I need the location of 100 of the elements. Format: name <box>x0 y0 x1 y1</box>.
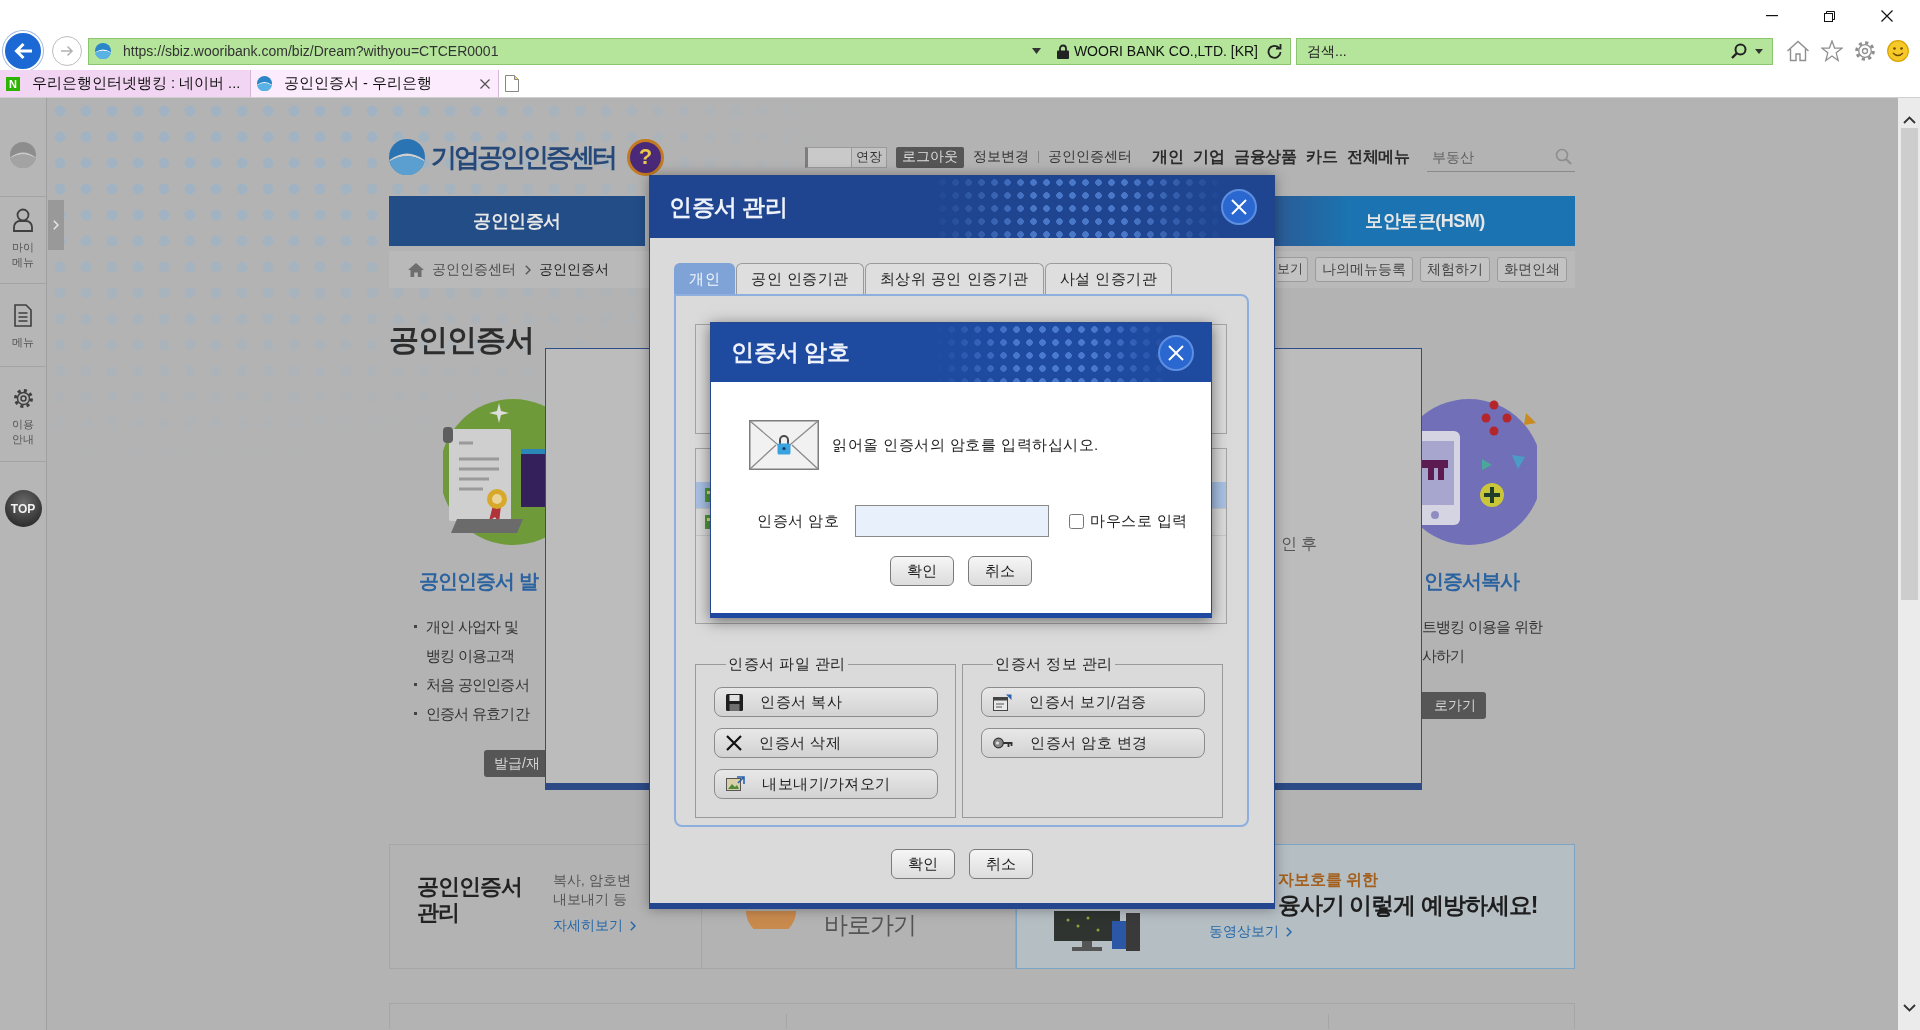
copy-button[interactable]: 인증서 복사 <box>714 687 938 717</box>
settings-icon[interactable] <box>1854 40 1876 62</box>
certificate-window-icon <box>993 693 1012 711</box>
dialog-button[interactable]: 확인 <box>890 556 954 586</box>
page-tool-button[interactable]: 체험하기 <box>1420 257 1490 282</box>
session-timer-field <box>805 146 852 168</box>
site-logo-text[interactable]: 기업공인인증센터 <box>431 139 615 175</box>
close-button[interactable] <box>1221 189 1257 225</box>
minimize-icon[interactable] <box>1766 15 1778 17</box>
card-title: 공인인증서 관리 <box>417 874 523 926</box>
restore-icon[interactable] <box>1824 10 1835 22</box>
close-icon <box>1168 344 1184 361</box>
sidebar-link[interactable]: 이용 안내 <box>0 367 46 462</box>
padlock-icon[interactable] <box>1056 43 1069 59</box>
smiley-icon[interactable] <box>1887 40 1909 62</box>
service-text: 트뱅킹 이용을 위한 <box>1422 617 1543 637</box>
password-field[interactable] <box>855 505 1049 537</box>
dropdown-caret-icon[interactable] <box>1755 48 1763 54</box>
bullet-icon <box>414 625 417 628</box>
tab-favicon: N <box>6 76 20 91</box>
page-tool-button[interactable]: 나의메뉴등록 <box>1315 257 1413 282</box>
page-tool-button[interactable]: 보기 <box>1277 257 1308 282</box>
close-button[interactable] <box>1158 334 1194 371</box>
instruction-text: 읽어올 인증서의 암호를 입력하십시오. <box>832 435 1099 455</box>
close-icon <box>1231 199 1247 215</box>
mouse-input-checkbox[interactable] <box>1069 513 1084 529</box>
browser-tab[interactable]: 공인인증서 - 우리은행 <box>251 70 499 97</box>
url-text: https://sbiz.wooribank.com/biz/Dream?withyou=CTCER0001 <box>123 43 500 59</box>
chevron-right-icon <box>53 220 59 230</box>
change-password-button[interactable]: 인증서 암호 변경 <box>981 728 1205 758</box>
chevron-up-icon[interactable] <box>1902 116 1916 124</box>
arrow-right-icon <box>60 45 74 57</box>
dialog-tab[interactable]: 최상위 공인 인증기관 <box>864 263 1044 294</box>
main-menu-link[interactable]: 개인 <box>1152 146 1183 168</box>
card-title[interactable]: 바로가기 <box>824 911 916 939</box>
chevron-down-icon[interactable] <box>1902 1004 1916 1012</box>
service-text: 개인 사업자 및 <box>426 617 518 637</box>
x-mark-icon <box>726 735 742 751</box>
search-icon[interactable] <box>1731 42 1747 59</box>
main-menu-link[interactable]: 카드 <box>1306 146 1337 168</box>
refresh-icon[interactable] <box>1267 43 1282 59</box>
close-window-icon[interactable] <box>1881 10 1893 22</box>
sidebar-link[interactable]: 마이 메뉴 <box>0 197 46 284</box>
person-icon <box>13 208 33 232</box>
close-tab-icon[interactable] <box>480 78 490 89</box>
field-label: 인증서 암호 <box>757 511 841 531</box>
site-logo-icon <box>257 76 272 91</box>
envelope-lock-icon <box>749 420 819 470</box>
breadcrumb-link[interactable]: 공인인증서 <box>539 260 609 279</box>
help-button[interactable]: ? <box>627 138 664 176</box>
service-button[interactable]: 발급/재 <box>484 750 545 777</box>
page-tool-button[interactable]: 화면인쇄 <box>1497 257 1567 282</box>
address-bar[interactable]: https://sbiz.wooribank.com/biz/Dream?withyou=CTCER0001 WOORI BANK CO.,LTD. [KR] <box>88 37 1291 65</box>
scrollbar-thumb[interactable] <box>1900 128 1918 600</box>
service-button[interactable]: 로가기 <box>1422 692 1486 719</box>
view-verify-button[interactable]: 인증서 보기/검증 <box>981 687 1205 717</box>
home-icon[interactable] <box>408 262 424 277</box>
site-search-field[interactable]: 부동산 <box>1427 142 1575 172</box>
search-field[interactable]: 검색... <box>1296 37 1773 65</box>
breadcrumb-link[interactable]: 공인인증센터 <box>432 260 516 279</box>
back-button[interactable] <box>3 31 43 71</box>
card-text: 내보내기 등 <box>553 891 627 909</box>
service-text: 인증서 유효기간 <box>426 704 529 724</box>
star-icon[interactable] <box>1821 40 1843 62</box>
main-menu-link[interactable]: 전체메뉴 <box>1347 146 1409 168</box>
top-button[interactable]: TOP <box>4 490 42 527</box>
dialog-tab[interactable]: 사설 인증기관 <box>1044 263 1173 294</box>
dialog-button[interactable]: 확인 <box>891 849 955 879</box>
dialog-tab[interactable]: 공인 인증기관 <box>736 263 864 294</box>
export-import-button[interactable]: 내보내기/가져오기 <box>714 769 938 799</box>
home-icon[interactable] <box>1786 40 1810 62</box>
page-title: 공인인증서 <box>389 323 534 357</box>
extend-button[interactable]: 연장 <box>852 146 887 168</box>
dialog-button[interactable]: 취소 <box>968 556 1032 586</box>
delete-button[interactable]: 인증서 삭제 <box>714 728 938 758</box>
card-title: 융사기 이렇게 예방하세요! <box>1278 891 1538 919</box>
dropdown-caret-icon[interactable] <box>1031 48 1041 54</box>
nav-tab[interactable]: 공인인증서 <box>389 196 645 246</box>
service-text: 사하기 <box>1422 646 1465 666</box>
new-tab-icon[interactable] <box>505 75 519 92</box>
dialog-title: 인증서 암호 <box>731 338 850 367</box>
site-identity-text[interactable]: WOORI BANK CO.,LTD. [KR] <box>1073 43 1258 59</box>
main-menu-link[interactable]: 기업 <box>1193 146 1224 168</box>
header-link[interactable]: 정보변경 <box>973 148 1029 166</box>
arrow-left-icon <box>13 42 33 60</box>
checkbox-label[interactable]: 마우스로 입력 <box>1090 511 1188 531</box>
site-logo-icon <box>95 43 111 59</box>
sidebar-toggle-button[interactable] <box>48 200 64 250</box>
header-link[interactable]: 공인인증센터 <box>1048 148 1132 166</box>
dialog-button[interactable]: 취소 <box>969 849 1033 879</box>
browser-tab[interactable]: N 우리은행인터넷뱅킹 : 네이버 ... <box>0 70 251 97</box>
site-logo-icon[interactable] <box>389 139 425 175</box>
nav-tab[interactable]: 보안토큰(HSM) <box>1275 196 1575 246</box>
service-text: 처음 공인인증서 <box>426 675 529 695</box>
service-text: 뱅킹 이용고객 <box>426 646 515 666</box>
logout-button[interactable]: 로그아웃 <box>896 146 964 168</box>
document-icon <box>14 304 32 327</box>
main-menu-link[interactable]: 금융상품 <box>1234 146 1296 168</box>
sidebar-link[interactable]: 메뉴 <box>0 284 46 367</box>
frame-text: 인 후 <box>1281 534 1318 554</box>
